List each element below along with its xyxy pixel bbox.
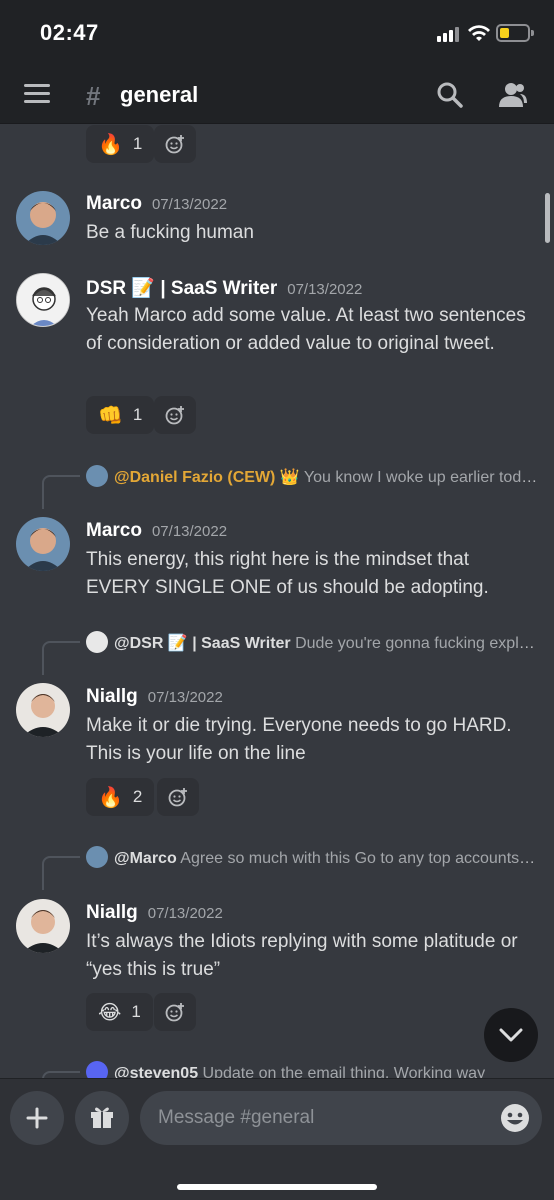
emoji-icon[interactable] bbox=[500, 1103, 530, 1133]
fist-emoji: 👊 bbox=[98, 404, 123, 427]
message-list[interactable]: 🔥 1 Marco 07/13/2022 Be a fucking human D… bbox=[0, 125, 554, 1078]
message-author[interactable]: Niallg 07/13/2022 bbox=[86, 902, 223, 924]
add-reaction-icon bbox=[168, 788, 187, 807]
reaction-fist[interactable]: 👊 1 bbox=[86, 396, 155, 434]
message-timestamp: 07/13/2022 bbox=[147, 689, 223, 706]
reply-avatar bbox=[86, 631, 108, 653]
fire-emoji: 🔥 bbox=[98, 133, 123, 156]
reaction-fire[interactable]: 🔥 1 bbox=[86, 125, 155, 163]
reply-snippet: You know I woke up earlier today and kin… bbox=[303, 469, 538, 486]
jump-to-present-button[interactable] bbox=[484, 1008, 538, 1062]
author-name[interactable]: Marco bbox=[86, 520, 142, 541]
message-timestamp: 07/13/2022 bbox=[151, 196, 228, 213]
message-timestamp: 07/13/2022 bbox=[151, 523, 228, 540]
message-text: Be a fucking human bbox=[86, 222, 254, 243]
reply-mention[interactable]: @Marco bbox=[114, 850, 177, 867]
message-author[interactable]: Niallg 07/13/2022 bbox=[86, 686, 223, 708]
message-author[interactable]: Marco 07/13/2022 bbox=[86, 193, 227, 215]
add-reaction-button[interactable] bbox=[154, 396, 196, 434]
reaction-fire[interactable]: 🔥 2 bbox=[86, 778, 155, 816]
reaction-count: 2 bbox=[132, 787, 143, 806]
add-reaction-icon bbox=[165, 1003, 184, 1022]
reply-avatar bbox=[86, 1061, 108, 1078]
add-reaction-icon bbox=[165, 406, 184, 425]
wifi-icon bbox=[468, 25, 490, 41]
menu-icon[interactable] bbox=[24, 84, 50, 104]
avatar[interactable] bbox=[16, 517, 70, 571]
add-reaction-button[interactable] bbox=[154, 125, 196, 163]
avatar[interactable] bbox=[16, 683, 70, 737]
add-reaction-button[interactable] bbox=[157, 778, 199, 816]
reaction-count: 1 bbox=[132, 405, 143, 424]
members-icon[interactable] bbox=[498, 81, 528, 109]
message-text: Yeah Marco add some value. At least two … bbox=[86, 305, 526, 354]
message-author[interactable]: DSR 📝 | SaaS Writer 07/13/2022 bbox=[86, 276, 362, 300]
fire-emoji: 🔥 bbox=[98, 786, 123, 809]
hash-icon: # bbox=[86, 81, 101, 111]
reaction-count: 1 bbox=[131, 1002, 141, 1021]
reply-snippet: Update on the email thing. Working way bbox=[202, 1065, 486, 1078]
message-text: Make it or die trying. Everyone needs to… bbox=[86, 715, 512, 764]
message-timestamp: 07/13/2022 bbox=[287, 281, 363, 298]
reply-mention[interactable]: @Daniel Fazio (CEW) 👑 bbox=[114, 469, 300, 486]
avatar[interactable] bbox=[16, 191, 70, 245]
reply-preview[interactable]: @Marco Agree so much with this Go to any… bbox=[86, 846, 538, 870]
plus-icon bbox=[26, 1107, 48, 1129]
reply-connector bbox=[42, 475, 80, 509]
message-author[interactable]: Marco 07/13/2022 bbox=[86, 520, 227, 542]
avatar[interactable] bbox=[16, 899, 70, 953]
laugh-emoji: 😂 bbox=[98, 1001, 122, 1024]
search-icon[interactable] bbox=[436, 81, 464, 109]
reply-avatar bbox=[86, 846, 108, 868]
reply-avatar bbox=[86, 465, 108, 487]
reply-mention[interactable]: @DSR 📝 | SaaS Writer bbox=[114, 635, 291, 652]
signal-icon bbox=[437, 26, 459, 42]
home-indicator bbox=[177, 1184, 377, 1190]
reply-snippet: Dude you're gonna fucking explode Nial. … bbox=[295, 635, 538, 652]
reaction-count: 1 bbox=[132, 134, 143, 153]
composer-bar bbox=[0, 1078, 554, 1200]
add-reaction-button[interactable] bbox=[154, 993, 196, 1031]
message-text: This energy, this right here is the mind… bbox=[86, 549, 489, 598]
author-name[interactable]: Niallg bbox=[86, 686, 138, 707]
reply-mention[interactable]: @steven05 bbox=[114, 1065, 198, 1078]
author-name[interactable]: DSR 📝 | SaaS Writer bbox=[86, 278, 277, 299]
gift-icon bbox=[91, 1107, 113, 1128]
chevron-down-icon bbox=[499, 1028, 523, 1042]
reply-preview[interactable]: @Daniel Fazio (CEW) 👑 You know I woke up… bbox=[86, 465, 538, 489]
message-text: It’s always the Idiots replying with som… bbox=[86, 931, 518, 980]
reply-preview[interactable]: @DSR 📝 | SaaS Writer Dude you're gonna f… bbox=[86, 631, 538, 655]
reply-preview[interactable]: @steven05 Update on the email thing. Wor… bbox=[86, 1061, 538, 1078]
add-reaction-icon bbox=[165, 135, 184, 154]
message-input[interactable] bbox=[140, 1091, 542, 1145]
avatar[interactable] bbox=[16, 273, 70, 327]
reply-connector bbox=[42, 641, 80, 675]
reaction-laugh[interactable]: 😂 1 bbox=[86, 993, 153, 1031]
status-bar: 02:47 bbox=[0, 0, 554, 64]
author-name[interactable]: Marco bbox=[86, 193, 142, 214]
add-attachment-button[interactable] bbox=[10, 1091, 64, 1145]
reply-connector bbox=[42, 1071, 80, 1078]
reply-snippet: Agree so much with this Go to any top ac… bbox=[180, 850, 538, 867]
author-name[interactable]: Niallg bbox=[86, 902, 138, 923]
channel-title: general bbox=[120, 82, 199, 107]
reply-connector bbox=[42, 856, 80, 890]
clock: 02:47 bbox=[40, 20, 99, 45]
message-timestamp: 07/13/2022 bbox=[147, 905, 223, 922]
battery-icon bbox=[496, 24, 534, 42]
gift-button[interactable] bbox=[75, 1091, 129, 1145]
channel-header: # general bbox=[0, 64, 554, 124]
scrollbar[interactable] bbox=[545, 193, 550, 243]
